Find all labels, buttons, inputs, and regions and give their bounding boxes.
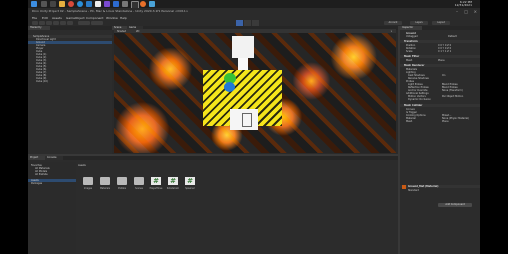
scene-object-pillar[interactable] <box>232 36 254 58</box>
tab-inspector[interactable]: Inspector <box>400 26 422 30</box>
material-shader[interactable]: Standard <box>400 189 480 192</box>
add-component-button[interactable]: Add Component <box>438 203 472 207</box>
tab-console[interactable]: Console <box>45 156 63 160</box>
asset-label: Scenes <box>135 187 143 190</box>
tab-hierarchy[interactable]: Hierarchy <box>28 26 50 30</box>
window-title: Dino Unity Project 02 - SampleScene - PC… <box>32 9 189 13</box>
explorer-icon[interactable] <box>59 1 65 7</box>
hierarchy-item[interactable]: Cube (10) <box>28 80 112 83</box>
tree-item[interactable]: All Prefabs <box>28 173 76 176</box>
move-tool-icon[interactable] <box>39 21 45 25</box>
scene-object-pillar-base[interactable] <box>238 58 248 70</box>
asset-label: Prefabs <box>117 187 127 190</box>
inspector-panel: Inspector Ground Untagged Default Transf… <box>400 26 480 254</box>
meshfilter-mesh-value[interactable]: Plane <box>400 59 480 62</box>
scene-gizmo[interactable] <box>242 113 252 127</box>
mail-icon[interactable] <box>113 1 119 7</box>
component-transform-header[interactable]: Transform <box>400 40 480 43</box>
system-clock[interactable]: 6:22 PM 12/31/2021 <box>455 1 472 7</box>
hand-tool-icon[interactable] <box>32 21 38 25</box>
asset-folder-icon[interactable] <box>83 177 93 185</box>
rotate-tool-icon[interactable] <box>46 21 52 25</box>
transform-scale-value[interactable]: X 1 Y 1 Z 1 <box>400 50 480 53</box>
project-tree: Favorites All Materials All Models All P… <box>28 162 76 254</box>
clock-date: 12/31/2021 <box>454 3 472 7</box>
material-header[interactable]: Ground_Mat (Material) <box>400 185 480 188</box>
scene-object-blue-sphere[interactable] <box>224 82 235 92</box>
search-icon[interactable] <box>41 1 47 7</box>
component-meshrenderer-header[interactable]: Mesh Renderer <box>400 64 480 67</box>
csharp-script-icon[interactable]: # <box>168 177 178 185</box>
task-view-icon[interactable] <box>50 1 56 7</box>
hierarchy-tabbar: Hierarchy <box>28 26 112 30</box>
project-breadcrumb: Assets <box>78 164 86 167</box>
asset-label: Materials <box>99 187 111 190</box>
component-meshfilter-header[interactable]: Mesh Filter <box>400 55 480 58</box>
rect-tool-icon[interactable] <box>60 21 66 25</box>
minimize-icon[interactable]: – <box>456 9 458 14</box>
component-meshcollider-header[interactable]: Mesh Collider <box>400 104 480 107</box>
windows-icon[interactable] <box>31 1 37 7</box>
csharp-script-icon[interactable]: # <box>185 177 195 185</box>
asset-label: Images <box>84 187 92 190</box>
scene-viewport[interactable] <box>114 33 396 153</box>
asset-label: Spawner <box>185 187 195 190</box>
asset-folder-icon[interactable] <box>117 177 127 185</box>
project-tabbar: Project Console <box>28 156 398 160</box>
hierarchy-panel: Hierarchy SampleScene Directional Light … <box>28 26 112 154</box>
global-toggle[interactable] <box>91 21 103 25</box>
tree-packages[interactable]: Packages <box>28 182 76 185</box>
collider-row-value[interactable]: Plane <box>400 120 480 123</box>
store-icon[interactable] <box>104 1 110 7</box>
settings-icon[interactable] <box>122 1 128 7</box>
csharp-script-icon[interactable]: # <box>151 177 161 185</box>
vscode-icon[interactable] <box>86 1 92 7</box>
edge-icon[interactable] <box>77 1 83 7</box>
tab-project[interactable]: Project <box>28 156 46 160</box>
unity-editor-window: 6:22 PM 12/31/2021 Dino Unity Project 02… <box>28 0 480 254</box>
chrome-icon[interactable] <box>68 1 74 7</box>
renderer-row-label: Dynamic Occlusion <box>408 98 431 101</box>
photos-icon[interactable] <box>149 1 155 7</box>
pivot-toggle[interactable] <box>78 21 90 25</box>
project-panel: Project Console Favorites All Materials … <box>28 156 398 254</box>
close-icon[interactable]: × <box>474 9 477 14</box>
account-dropdown[interactable]: Account <box>384 21 402 25</box>
scale-tool-icon[interactable] <box>53 21 59 25</box>
asset-label: PlayerMove <box>149 187 163 190</box>
inspector-tabbar: Inspector <box>400 26 480 30</box>
windows-taskbar: 6:22 PM 12/31/2021 <box>28 0 480 9</box>
unity-icon[interactable] <box>95 1 101 7</box>
asset-folder-icon[interactable] <box>100 177 110 185</box>
transform-tool-icon[interactable] <box>67 21 73 25</box>
layout-dropdown[interactable]: Layout <box>432 21 450 25</box>
asset-label: RotateCam <box>166 187 180 190</box>
maximize-icon[interactable]: □ <box>464 9 468 14</box>
asset-folder-icon[interactable] <box>134 177 144 185</box>
firefox-icon[interactable] <box>140 1 146 7</box>
layers-dropdown[interactable]: Layers <box>410 21 428 25</box>
layer-dropdown[interactable]: Default <box>400 35 480 38</box>
window-title-bar: Dino Unity Project 02 - SampleScene - PC… <box>28 8 480 15</box>
